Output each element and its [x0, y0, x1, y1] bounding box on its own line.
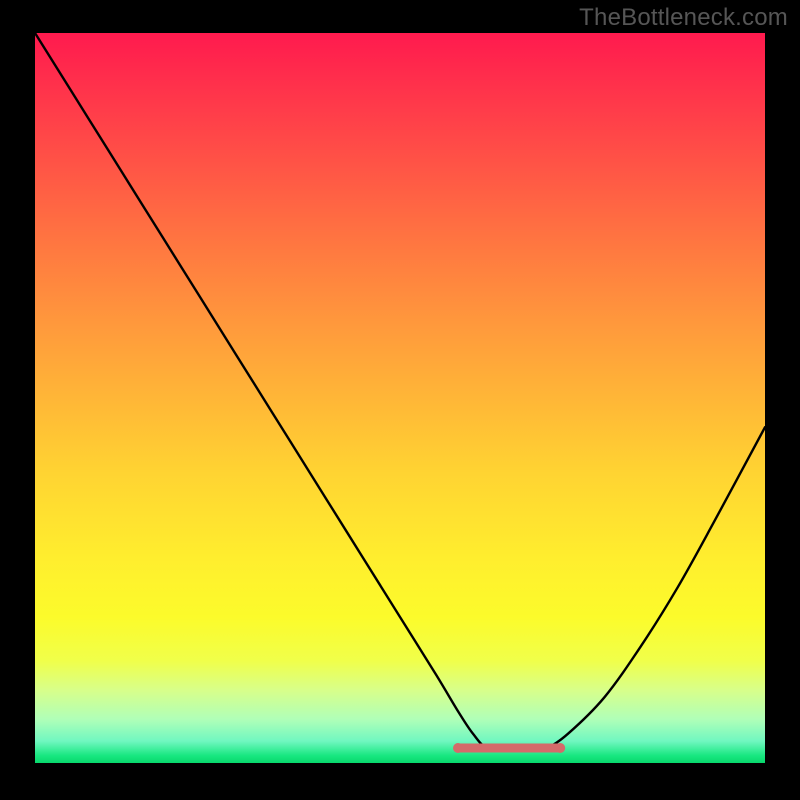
bottleneck-curve	[35, 33, 765, 763]
watermark-text: TheBottleneck.com	[579, 4, 788, 32]
plot-area	[35, 33, 765, 763]
chart-frame: TheBottleneck.com	[0, 0, 800, 800]
valley-marker	[452, 741, 566, 755]
